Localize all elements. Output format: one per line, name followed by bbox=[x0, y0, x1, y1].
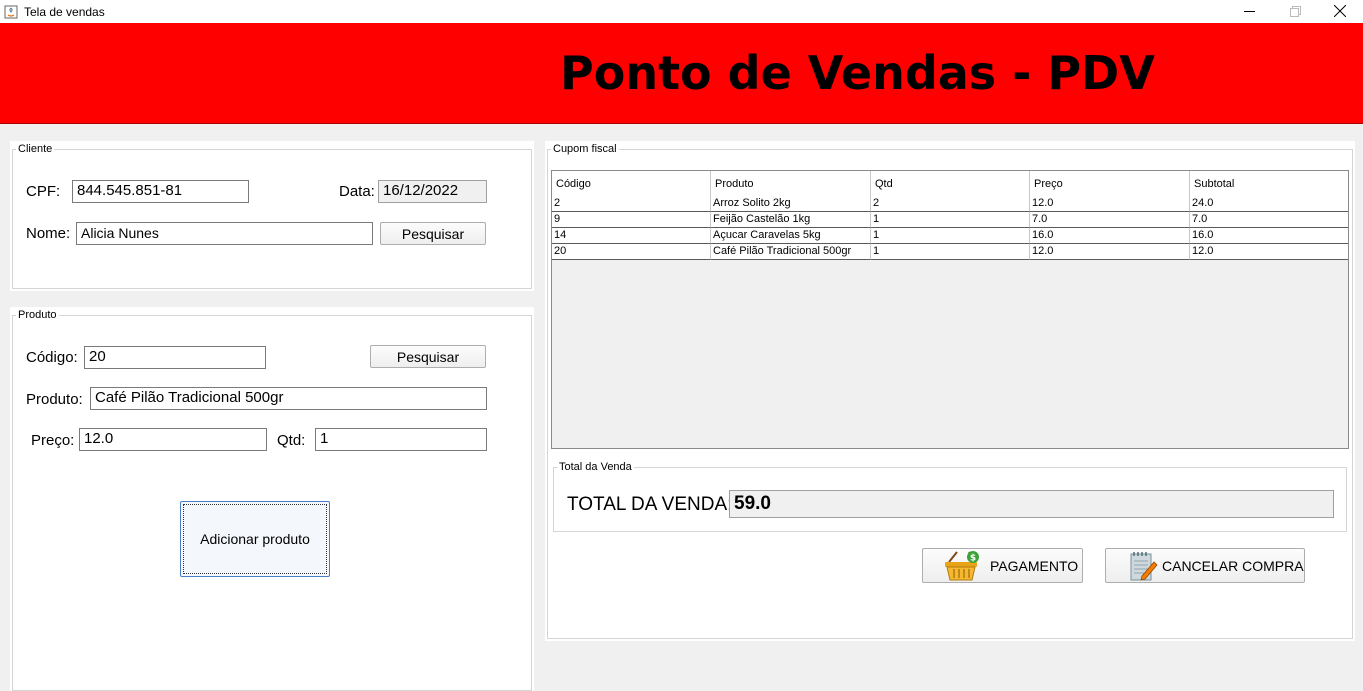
restore-icon bbox=[1289, 2, 1301, 21]
pagamento-button[interactable]: $ PAGAMENTO bbox=[922, 548, 1083, 583]
close-button[interactable] bbox=[1317, 0, 1363, 23]
table-header: Código Produto Qtd Preço Subtotal bbox=[552, 171, 1348, 197]
java-icon bbox=[4, 4, 18, 19]
cell-codigo: 9 bbox=[552, 212, 711, 228]
cupom-table[interactable]: Código Produto Qtd Preço Subtotal 2 Arro… bbox=[551, 170, 1349, 449]
produto-search-button[interactable]: Pesquisar bbox=[370, 345, 486, 368]
column-header-preco[interactable]: Preço bbox=[1030, 171, 1190, 197]
cpf-label: CPF: bbox=[26, 183, 61, 200]
cliente-search-button[interactable]: Pesquisar bbox=[380, 222, 486, 245]
cpf-field[interactable]: 844.545.851-81 bbox=[72, 180, 249, 203]
minimize-icon bbox=[1243, 2, 1255, 21]
cell-preco: 12.0 bbox=[1030, 244, 1190, 260]
total-value-field: 59.0 bbox=[729, 490, 1334, 518]
cell-qtd: 1 bbox=[871, 212, 1030, 228]
qtd-field[interactable]: 1 bbox=[315, 428, 487, 451]
produto-legend: Produto bbox=[16, 309, 59, 321]
cell-subtotal: 24.0 bbox=[1190, 196, 1348, 212]
window-title: Tela de vendas bbox=[24, 5, 105, 19]
data-field: 16/12/2022 bbox=[378, 180, 487, 203]
cell-preco: 16.0 bbox=[1030, 228, 1190, 244]
cell-produto: Arroz Solito 2kg bbox=[711, 196, 871, 212]
svg-text:$: $ bbox=[970, 553, 976, 563]
cell-preco: 7.0 bbox=[1030, 212, 1190, 228]
cell-codigo: 20 bbox=[552, 244, 711, 260]
shopping-basket-icon: $ bbox=[943, 550, 981, 582]
cell-produto: Feijão Castelão 1kg bbox=[711, 212, 871, 228]
cell-subtotal: 12.0 bbox=[1190, 244, 1348, 260]
close-icon bbox=[1333, 2, 1347, 21]
minimize-button[interactable] bbox=[1226, 0, 1272, 23]
add-product-button[interactable]: Adicionar produto bbox=[180, 501, 330, 577]
nome-label: Nome: bbox=[26, 225, 71, 242]
codigo-label: Código: bbox=[26, 349, 78, 366]
table-row[interactable]: 2 Arroz Solito 2kg 2 12.0 24.0 bbox=[552, 196, 1348, 212]
cell-preco: 12.0 bbox=[1030, 196, 1190, 212]
table-row[interactable]: 9 Feijão Castelão 1kg 1 7.0 7.0 bbox=[552, 212, 1348, 228]
cliente-groupbox bbox=[12, 149, 532, 289]
cancelar-compra-label: CANCELAR COMPRA bbox=[1162, 557, 1304, 574]
pagamento-label: PAGAMENTO bbox=[990, 557, 1079, 574]
nome-field[interactable]: Alicia Nunes bbox=[76, 222, 373, 245]
cliente-legend: Cliente bbox=[16, 143, 55, 155]
codigo-field[interactable]: 20 bbox=[84, 346, 266, 369]
notepad-pencil-icon bbox=[1128, 550, 1158, 582]
column-header-codigo[interactable]: Código bbox=[552, 171, 711, 197]
cell-produto: Açucar Caravelas 5kg bbox=[711, 228, 871, 244]
cell-codigo: 2 bbox=[552, 196, 711, 212]
cell-codigo: 14 bbox=[552, 228, 711, 244]
window-titlebar: Tela de vendas bbox=[0, 0, 1363, 23]
preco-label: Preço: bbox=[31, 432, 75, 449]
preco-field[interactable]: 12.0 bbox=[79, 428, 267, 451]
page-title: Ponto de Vendas - PDV bbox=[560, 46, 1155, 100]
cancelar-compra-button[interactable]: CANCELAR COMPRA bbox=[1105, 548, 1305, 583]
cell-qtd: 1 bbox=[871, 228, 1030, 244]
qtd-label: Qtd: bbox=[277, 432, 306, 449]
header-banner: Ponto de Vendas - PDV bbox=[0, 23, 1363, 124]
cell-subtotal: 16.0 bbox=[1190, 228, 1348, 244]
total-label: TOTAL DA VENDA: bbox=[567, 494, 733, 515]
table-row[interactable]: 14 Açucar Caravelas 5kg 1 16.0 16.0 bbox=[552, 228, 1348, 244]
maximize-button[interactable] bbox=[1272, 0, 1318, 23]
produto-field[interactable]: Café Pilão Tradicional 500gr bbox=[90, 387, 487, 410]
column-header-qtd[interactable]: Qtd bbox=[871, 171, 1030, 197]
table-row[interactable]: 20 Café Pilão Tradicional 500gr 1 12.0 1… bbox=[552, 244, 1348, 260]
cell-produto: Café Pilão Tradicional 500gr bbox=[711, 244, 871, 260]
cell-subtotal: 7.0 bbox=[1190, 212, 1348, 228]
cell-qtd: 2 bbox=[871, 196, 1030, 212]
cell-qtd: 1 bbox=[871, 244, 1030, 260]
column-header-subtotal[interactable]: Subtotal bbox=[1190, 171, 1348, 197]
column-header-produto[interactable]: Produto bbox=[711, 171, 871, 197]
data-label: Data: bbox=[339, 183, 375, 200]
cupom-legend: Cupom fiscal bbox=[551, 143, 619, 155]
produto-label: Produto: bbox=[26, 391, 83, 408]
total-legend: Total da Venda bbox=[557, 461, 634, 473]
